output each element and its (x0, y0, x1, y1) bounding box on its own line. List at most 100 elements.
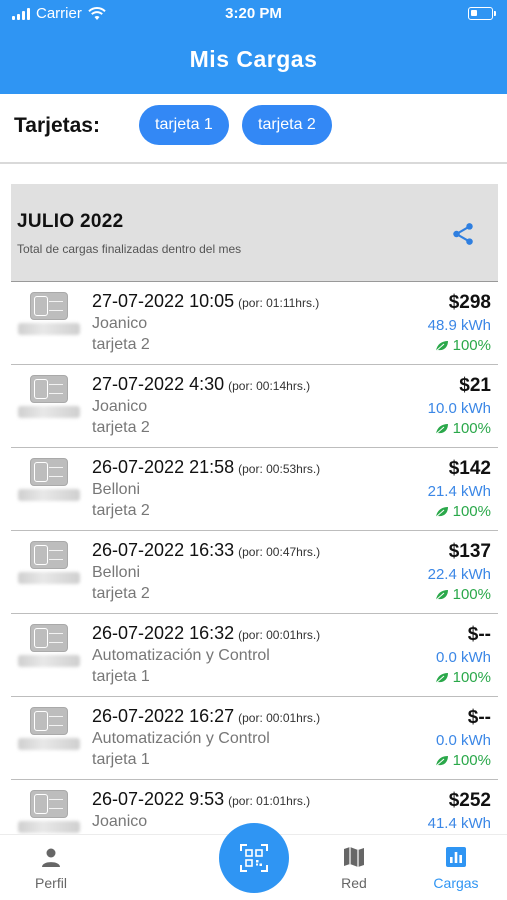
status-bar: Carrier 3:20 PM (0, 0, 507, 28)
person-icon (42, 848, 60, 867)
charge-kwh: 48.9 kWh (427, 317, 491, 334)
charge-green-percent: 100% (435, 337, 491, 354)
charger-serial-blurred (18, 489, 80, 501)
charge-row[interactable]: 27-07-2022 10:05 (por: 01:11hrs.) Joanico… (11, 282, 498, 365)
charger-serial-blurred (18, 323, 80, 335)
charge-duration: (por: 00:47hrs.) (238, 545, 321, 559)
charge-price: $21 (459, 375, 491, 396)
nav-cargas-label: Cargas (433, 875, 479, 891)
cards-label: Tarjetas: (14, 114, 100, 137)
charge-date: 26-07-2022 16:27 (por: 00:01hrs.) (92, 706, 321, 726)
charge-date: 26-07-2022 16:32 (por: 00:01hrs.) (92, 623, 321, 643)
charge-card: tarjeta 2 (92, 585, 150, 602)
charger-icon (30, 624, 68, 652)
month-title: JULIO 2022 (17, 211, 124, 232)
bottom-nav: Perfil Red Cargas (0, 823, 507, 900)
nav-cargas[interactable]: Cargas (416, 845, 496, 891)
leaf-icon (435, 423, 448, 434)
charge-row[interactable]: 26-07-2022 16:27 (por: 00:01hrs.) Automat… (11, 697, 498, 780)
charge-duration: (por: 00:14hrs.) (228, 379, 311, 393)
charge-row[interactable]: 26-07-2022 21:58 (por: 00:53hrs.) Belloni… (11, 448, 498, 531)
charge-kwh: 10.0 kWh (427, 400, 491, 417)
leaf-icon (435, 755, 448, 766)
charge-duration: (por: 00:01hrs.) (238, 711, 321, 725)
charge-date: 26-07-2022 21:58 (por: 00:53hrs.) (92, 457, 321, 477)
map-icon (344, 847, 364, 867)
leaf-icon (435, 340, 448, 351)
charge-kwh: 41.4 kWh (427, 815, 491, 832)
charge-price: $252 (448, 790, 491, 811)
charge-duration: (por: 01:01hrs.) (228, 794, 311, 808)
charge-price: $298 (448, 292, 491, 313)
leaf-icon (435, 672, 448, 683)
charge-card: tarjeta 2 (92, 336, 150, 353)
charge-date: 27-07-2022 10:05 (por: 01:11hrs.) (92, 291, 320, 311)
charge-place: Automatización y Control (92, 647, 270, 664)
charge-place: Joanico (92, 813, 148, 830)
charger-serial-blurred (18, 738, 80, 750)
page-title: Mis Cargas (189, 46, 318, 72)
card-chip-1[interactable]: tarjeta 1 (139, 105, 229, 145)
charge-green-percent: 100% (435, 503, 491, 520)
charge-place: Belloni (92, 564, 141, 581)
charge-green-percent: 100% (435, 752, 491, 769)
charger-icon (30, 707, 68, 735)
charger-icon (30, 375, 68, 403)
card-chip-2[interactable]: tarjeta 2 (242, 105, 332, 145)
charger-icon (30, 541, 68, 569)
nav-perfil[interactable]: Perfil (11, 845, 91, 891)
charge-kwh: 0.0 kWh (435, 649, 491, 666)
charger-serial-blurred (18, 406, 80, 418)
charge-date: 27-07-2022 4:30 (por: 00:14hrs.) (92, 374, 311, 394)
charge-card: tarjeta 1 (92, 668, 150, 685)
charge-price: $-- (467, 707, 491, 728)
qr-scan-button[interactable] (219, 823, 289, 893)
charge-row[interactable]: 26-07-2022 16:33 (por: 00:47hrs.) Belloni… (11, 531, 498, 614)
app-header: Carrier 3:20 PM Mis Cargas (0, 0, 507, 94)
charge-duration: (por: 00:53hrs.) (238, 462, 321, 476)
charge-kwh: 0.0 kWh (435, 732, 491, 749)
charge-duration: (por: 00:01hrs.) (238, 628, 321, 642)
qr-code-icon (240, 844, 268, 872)
charger-icon (30, 790, 68, 818)
charge-place: Joanico (92, 315, 148, 332)
charge-card: tarjeta 1 (92, 751, 150, 768)
charge-price: $137 (448, 541, 491, 562)
charge-duration: (por: 01:11hrs.) (238, 296, 320, 310)
charge-date: 26-07-2022 16:33 (por: 00:47hrs.) (92, 540, 321, 560)
status-time: 3:20 PM (225, 5, 282, 22)
charge-price: $-- (467, 624, 491, 645)
charge-green-percent: 100% (435, 586, 491, 603)
nav-perfil-label: Perfil (35, 875, 67, 891)
charger-serial-blurred (18, 572, 80, 584)
month-summary: JULIO 2022 Total de cargas finalizadas d… (11, 184, 498, 282)
charge-card: tarjeta 2 (92, 502, 150, 519)
month-subtitle: Total de cargas finalizadas dentro del m… (17, 242, 242, 256)
charge-date: 26-07-2022 9:53 (por: 01:01hrs.) (92, 789, 311, 809)
app-screen: Carrier 3:20 PM Mis Cargas Tarjetas: tar… (0, 0, 507, 900)
charges-list: 27-07-2022 10:05 (por: 01:11hrs.) Joanico… (11, 282, 498, 834)
charger-serial-blurred (18, 655, 80, 667)
leaf-icon (435, 506, 448, 517)
charge-place: Automatización y Control (92, 730, 270, 747)
charger-icon (30, 292, 68, 320)
charge-place: Joanico (92, 398, 148, 415)
charge-green-percent: 100% (435, 420, 491, 437)
nav-red-label: Red (341, 875, 367, 891)
charge-row[interactable]: 26-07-2022 16:32 (por: 00:01hrs.) Automat… (11, 614, 498, 697)
charge-kwh: 21.4 kWh (427, 483, 491, 500)
bar-chart-icon (446, 847, 466, 867)
charge-row[interactable]: 27-07-2022 4:30 (por: 00:14hrs.) Joanico … (11, 365, 498, 448)
charge-card: tarjeta 2 (92, 419, 150, 436)
charge-place: Belloni (92, 481, 141, 498)
battery-icon (468, 7, 496, 20)
charger-icon (30, 458, 68, 486)
leaf-icon (435, 589, 448, 600)
charger-serial-blurred (18, 821, 80, 833)
nav-red[interactable]: Red (314, 845, 394, 891)
charge-price: $142 (448, 458, 491, 479)
share-icon[interactable] (450, 221, 476, 247)
cards-filter-row: Tarjetas: tarjeta 1 tarjeta 2 (0, 94, 507, 164)
charge-kwh: 22.4 kWh (427, 566, 491, 583)
charge-green-percent: 100% (435, 669, 491, 686)
